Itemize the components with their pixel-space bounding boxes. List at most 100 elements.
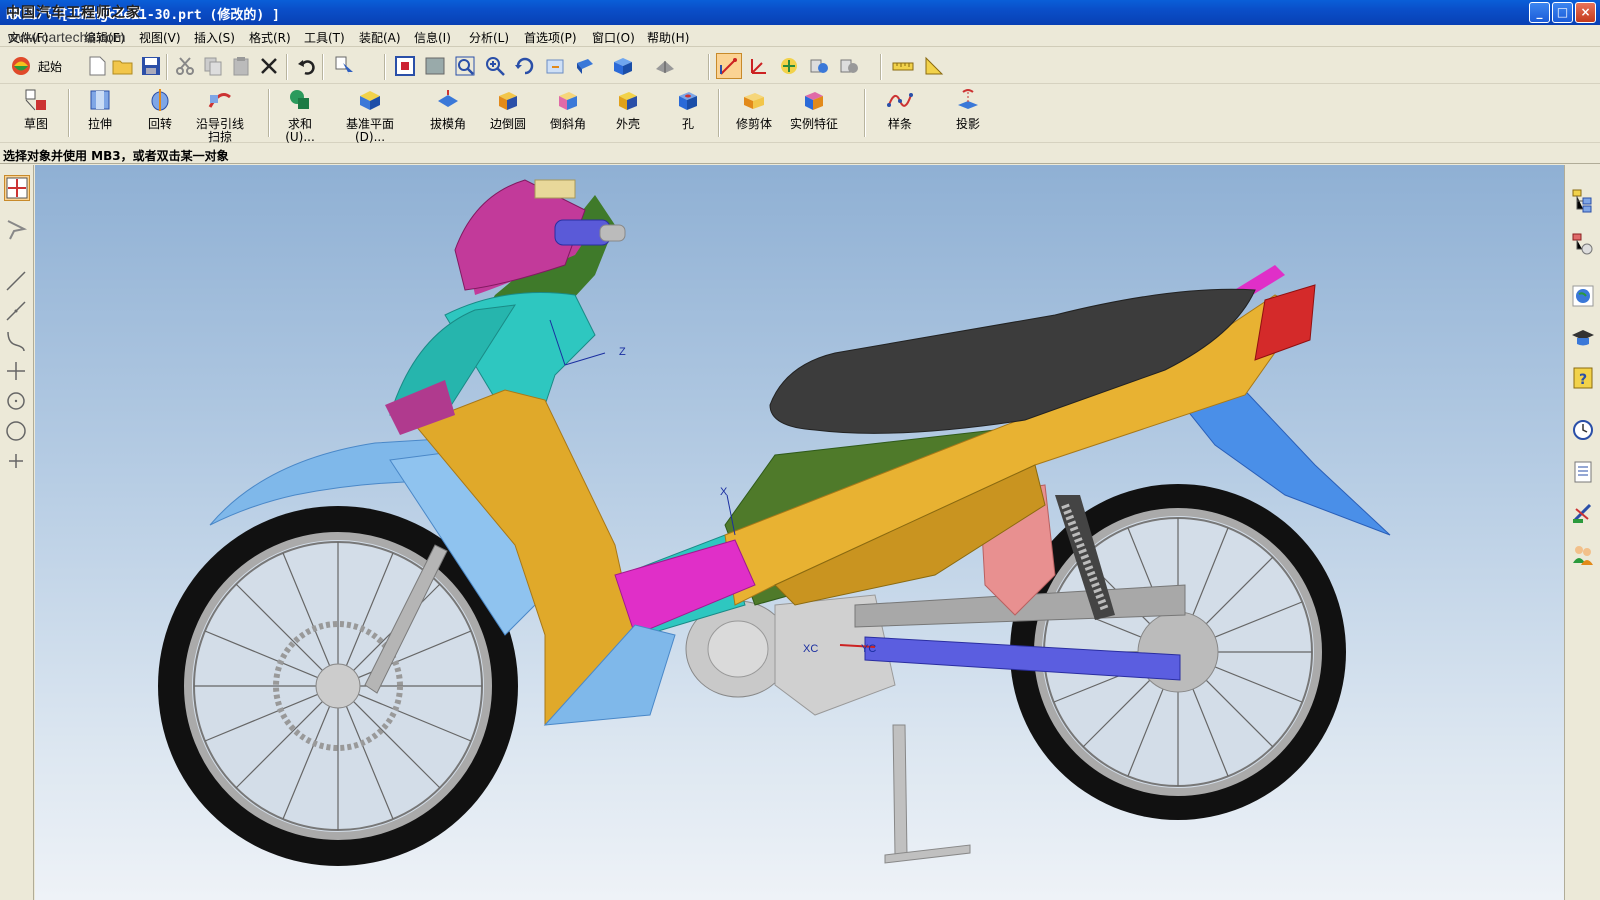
protractor-icon: [925, 56, 944, 75]
sketch-tool-button[interactable]: [4, 175, 30, 201]
zoom-in-icon: [486, 57, 505, 76]
measure-distance-button[interactable]: [890, 53, 916, 79]
menu-view[interactable]: 视图(V): [139, 29, 181, 46]
sketch-button[interactable]: 草图: [8, 87, 64, 131]
instance-feature-button[interactable]: 实例特征: [786, 87, 842, 131]
pan-icon: [546, 59, 564, 74]
circle-center-button[interactable]: [4, 389, 30, 415]
menu-information[interactable]: 信息(I): [414, 29, 451, 46]
pan-button[interactable]: [542, 53, 568, 79]
part-navigator-tab[interactable]: [1570, 231, 1596, 257]
graphics-window[interactable]: Z X XC YC: [35, 165, 1564, 900]
rotate-button[interactable]: [512, 53, 538, 79]
menu-tools[interactable]: 工具(T): [304, 29, 345, 46]
menu-preferences[interactable]: 首选项(P): [524, 29, 577, 46]
save-button[interactable]: [138, 53, 164, 79]
zoom-in-out-button[interactable]: [482, 53, 508, 79]
spline-button[interactable]: 样条: [872, 87, 928, 131]
toolbar-separator: [864, 89, 866, 137]
start-menu-button[interactable]: [8, 53, 34, 79]
sweep-along-guide-button[interactable]: 沿导引线 扫掠: [192, 87, 248, 144]
start-label[interactable]: 起始: [38, 58, 62, 75]
blank-dropdown[interactable]: [836, 53, 862, 79]
menu-analysis[interactable]: 分析(L): [469, 29, 509, 46]
snap-point-button[interactable]: [716, 53, 742, 79]
menu-assemblies[interactable]: 装配(A): [359, 29, 401, 46]
hole-icon: [679, 92, 697, 110]
revolve-button[interactable]: 回转: [132, 87, 188, 131]
perspective-icon: [577, 59, 593, 74]
sweep-label: 沿导引线 扫掠: [195, 117, 244, 144]
menu-help[interactable]: 帮助(H): [647, 29, 689, 46]
line-point-button[interactable]: [4, 299, 30, 325]
line-tool-button[interactable]: [4, 269, 30, 295]
zoom-button[interactable]: [452, 53, 478, 79]
web-browser-tab[interactable]: [1570, 283, 1596, 309]
undo-button[interactable]: [294, 53, 320, 79]
minimize-button[interactable]: _: [1529, 2, 1550, 23]
chamfer-label: 倒斜角: [549, 117, 586, 131]
delete-button[interactable]: [256, 53, 282, 79]
list-document-icon: [1574, 461, 1592, 483]
shell-icon: [619, 92, 637, 110]
extrude-button[interactable]: 拉伸: [72, 87, 128, 131]
edge-blend-button[interactable]: 边倒圆: [480, 87, 536, 131]
circle-tool-button[interactable]: [4, 419, 30, 445]
circle-center-icon: [7, 392, 25, 410]
perspective-button[interactable]: [572, 53, 598, 79]
point-tool-button[interactable]: [4, 359, 30, 385]
unite-button[interactable]: 求和 (U)...: [272, 87, 328, 144]
selection-filter-button[interactable]: [332, 53, 358, 79]
svg-text:?: ?: [1579, 372, 1587, 388]
draft-button[interactable]: 拔模角: [420, 87, 476, 131]
close-button[interactable]: ×: [1575, 2, 1596, 23]
new-button[interactable]: [84, 53, 110, 79]
edge-blend-label: 边倒圆: [489, 117, 526, 131]
menu-format[interactable]: 格式(R): [249, 29, 291, 46]
point-set-button[interactable]: [4, 449, 30, 475]
paste-button[interactable]: [228, 53, 254, 79]
menu-insert[interactable]: 插入(S): [194, 29, 235, 46]
wcs-button[interactable]: [746, 53, 772, 79]
process-studio-tab[interactable]: [1570, 501, 1596, 527]
orient-view-dropdown[interactable]: [652, 53, 678, 79]
motorcycle-model[interactable]: Z X XC YC: [35, 165, 1564, 900]
trim-body-button[interactable]: 修剪体: [726, 87, 782, 131]
copy-button[interactable]: [200, 53, 226, 79]
menu-window[interactable]: 窗口(O): [592, 29, 635, 46]
standard-toolbar: [0, 48, 1600, 84]
finish-sketch-button[interactable]: [4, 217, 30, 243]
show-hide-button[interactable]: [806, 53, 832, 79]
shell-button[interactable]: 外壳: [600, 87, 656, 131]
line-icon: [6, 271, 26, 291]
arc-tool-button[interactable]: [4, 329, 30, 355]
toolbar-separator: [322, 54, 324, 80]
system-materials-tab[interactable]: [1570, 459, 1596, 485]
project-curve-button[interactable]: 投影: [940, 87, 996, 131]
open-button[interactable]: [110, 53, 136, 79]
datum-plane-button[interactable]: 基准平面 (D)...: [342, 87, 398, 144]
side-stand[interactable]: [884, 724, 971, 864]
roles-tab[interactable]: [1570, 541, 1596, 567]
title-bar: NX 1 - [zhengche11-30.prt (修改的) ] 中国汽车工程…: [0, 0, 1600, 25]
help-tab[interactable]: ?: [1570, 365, 1596, 391]
render-style-dropdown[interactable]: [610, 53, 636, 79]
chamfer-button[interactable]: 倒斜角: [540, 87, 596, 131]
fit-view-button[interactable]: [392, 53, 418, 79]
history-tab[interactable]: [1570, 417, 1596, 443]
training-tab[interactable]: [1570, 325, 1596, 351]
assembly-navigator-tab[interactable]: [1570, 187, 1596, 213]
layer-settings-button[interactable]: [776, 53, 802, 79]
shell-label: 外壳: [615, 117, 640, 131]
restore-button[interactable]: □: [1552, 2, 1573, 23]
hole-button[interactable]: 孔: [660, 87, 716, 131]
magnifier-icon: [455, 56, 475, 76]
measure-angle-dropdown[interactable]: [922, 53, 948, 79]
sketch-label: 草图: [23, 117, 48, 131]
zoom-window-button[interactable]: [422, 53, 448, 79]
point-cross-icon: [7, 362, 25, 380]
unite-label: 求和 (U)...: [285, 117, 315, 144]
cut-button[interactable]: [172, 53, 198, 79]
status-message: 选择对象并使用 MB3，或者双击某一对象: [3, 149, 229, 163]
tail-light[interactable]: [1254, 284, 1316, 361]
